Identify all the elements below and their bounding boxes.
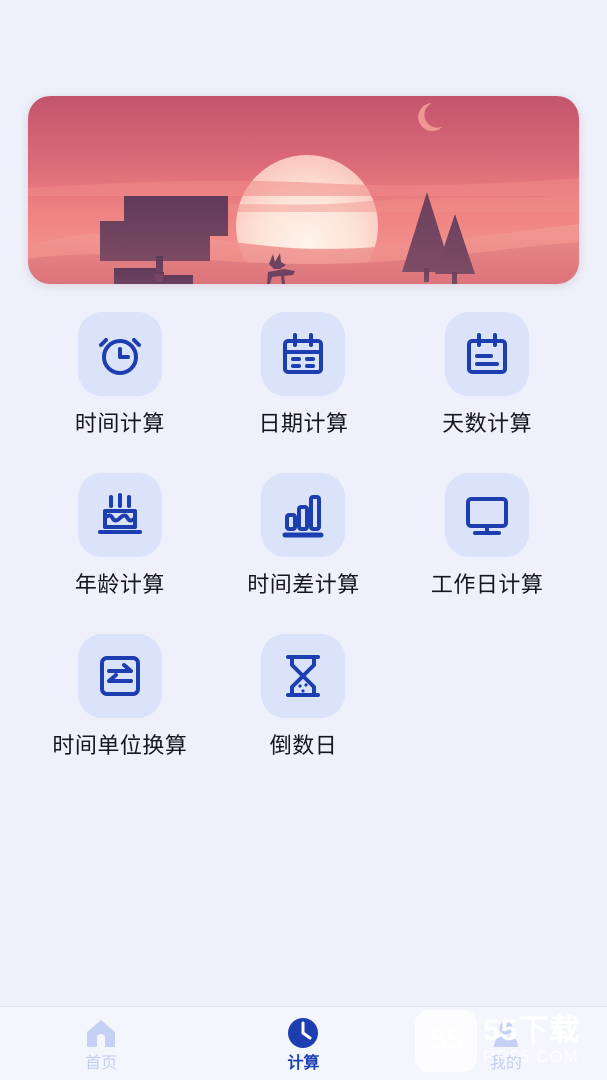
grid-item-countdown-day[interactable]: 倒数日	[212, 624, 396, 757]
grid-item-label: 时间计算	[74, 411, 165, 436]
tile-background	[261, 312, 346, 396]
hourglass-icon	[286, 655, 321, 697]
banner-illustration[interactable]	[28, 96, 579, 284]
tile-background	[77, 634, 162, 718]
tab-label: 计算	[287, 1054, 320, 1072]
calendar-icon	[283, 333, 324, 374]
tile-background	[445, 473, 530, 557]
clock-icon	[288, 1017, 319, 1048]
tab-label: 我的	[489, 1054, 522, 1072]
grid-item-label: 天数计算	[442, 411, 533, 436]
tile-background	[445, 312, 530, 396]
home-icon	[87, 1019, 116, 1047]
tab-home[interactable]: 首页	[0, 1007, 202, 1080]
grid-item-age-calculation[interactable]: 年龄计算	[28, 463, 212, 596]
birthday-cake-icon	[97, 493, 142, 534]
grid-item-days-calculation[interactable]: 天数计算	[395, 302, 579, 435]
calendar-lines-icon	[467, 333, 508, 374]
grid-item-time-difference[interactable]: 时间差计算	[212, 463, 396, 596]
grid-item-label: 时间差计算	[247, 572, 360, 597]
sunset-landscape-svg	[28, 96, 579, 284]
grid-item-workday-calculation[interactable]: 工作日计算	[395, 463, 579, 596]
tile-background	[261, 634, 346, 718]
tab-calculate[interactable]: 计算	[202, 1007, 404, 1080]
tab-label: 首页	[85, 1054, 118, 1072]
bottom-tab-bar: 首页 计算 我的	[0, 1006, 607, 1080]
exchange-arrows-icon	[99, 656, 140, 696]
tile-background	[77, 312, 162, 396]
grid-item-label: 工作日计算	[430, 572, 544, 597]
tile-background	[261, 473, 346, 557]
profile-icon	[493, 1021, 518, 1047]
tab-profile[interactable]: 我的	[405, 1007, 607, 1080]
feature-grid: 时间计算 日期计算 天数计算 年龄计算 时间差计算 工作日计算 时间单位换算 倒…	[28, 302, 579, 757]
grid-item-date-calculation[interactable]: 日期计算	[212, 302, 396, 435]
tile-background	[77, 473, 162, 557]
grid-item-label: 年龄计算	[74, 572, 165, 597]
bar-chart-icon	[282, 495, 324, 538]
monitor-icon	[466, 497, 509, 535]
alarm-clock-icon	[98, 338, 141, 375]
app-root: 时间计算 日期计算 天数计算 年龄计算 时间差计算 工作日计算 时间单位换算 倒…	[0, 0, 607, 1080]
grid-item-label: 时间单位换算	[52, 733, 188, 758]
grid-item-time-calculation[interactable]: 时间计算	[28, 302, 212, 435]
grid-item-label: 日期计算	[258, 411, 349, 436]
grid-item-label: 倒数日	[269, 733, 338, 758]
grid-item-time-unit-conversion[interactable]: 时间单位换算	[28, 624, 212, 757]
